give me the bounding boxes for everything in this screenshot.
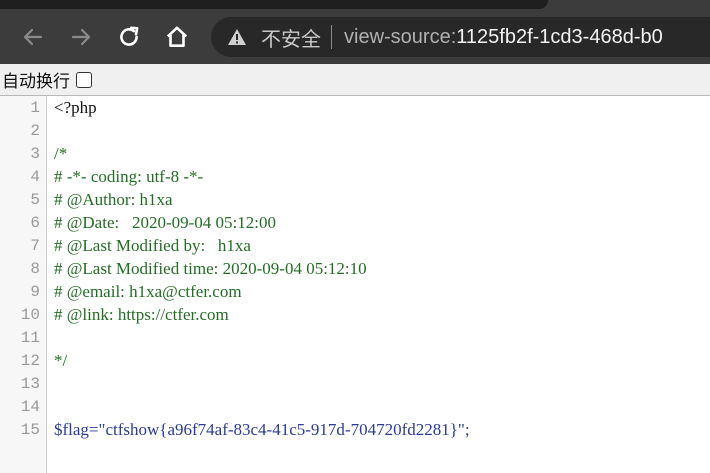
source-line: 7 # @Last Modified by: h1xa <box>0 234 710 257</box>
line-number: 11 <box>20 328 40 347</box>
source-line: 3 /* <box>0 142 710 165</box>
source-line: 12 */ <box>0 349 710 372</box>
line-number: 8 <box>30 259 40 278</box>
line-wrap-label[interactable]: 自动换行 <box>2 67 70 92</box>
line-code: /* <box>54 143 68 163</box>
address-bar[interactable]: 不安全 view-source:1125fb2f-1cd3-468d-b0 <box>211 17 710 57</box>
line-number: 5 <box>30 190 40 209</box>
reload-icon <box>120 26 139 46</box>
line-number: 9 <box>30 282 40 301</box>
line-number: 1 <box>30 98 40 117</box>
tab-strip <box>0 0 548 9</box>
source-line: 2 <box>0 119 710 142</box>
source-line: 9 # @email: h1xa@ctfer.com <box>0 280 710 303</box>
source-line: 15 $flag="ctfshow{a96f74af-83c4-41c5-917… <box>0 418 710 441</box>
source-line: 5 # @Author: h1xa <box>0 188 710 211</box>
warning-triangle-icon[interactable] <box>227 27 247 47</box>
line-number: 14 <box>20 397 40 416</box>
line-code: # @Last Modified by: h1xa <box>54 235 251 255</box>
source-line: 14 <box>0 395 710 418</box>
line-number: 13 <box>20 374 40 393</box>
line-number: 7 <box>30 236 40 255</box>
source-line: 10 # @link: https://ctfer.com <box>0 303 710 326</box>
line-code: $flag="ctfshow{a96f74af-83c4-41c5-917d-7… <box>54 419 470 439</box>
line-number: 3 <box>30 144 40 163</box>
security-status[interactable]: 不安全 <box>261 23 321 52</box>
reload-button[interactable] <box>114 22 144 52</box>
line-number: 6 <box>30 213 40 232</box>
source-line: 4 # -*- coding: utf-8 -*- <box>0 165 710 188</box>
line-code: # -*- coding: utf-8 -*- <box>54 166 204 186</box>
home-icon <box>166 26 188 47</box>
line-code: # @Last Modified time: 2020-09-04 05:12:… <box>54 258 367 278</box>
source-line: 11 <box>0 326 710 349</box>
url-scheme: view-source: <box>344 25 457 48</box>
url-text[interactable]: view-source:1125fb2f-1cd3-468d-b0 <box>344 26 663 49</box>
line-number: 12 <box>20 351 40 370</box>
url-host: 1125fb2f-1cd3-468d-b0 <box>456 25 663 48</box>
line-number: 10 <box>20 305 40 324</box>
source-view: 1 <?php 2 3 /* 4 # -*- coding: utf-8 -*-… <box>0 96 710 473</box>
line-number: 15 <box>20 420 40 439</box>
line-code: # @Date: 2020-09-04 05:12:00 <box>54 212 276 232</box>
line-number: 4 <box>30 167 40 186</box>
back-button[interactable] <box>18 22 48 52</box>
address-divider <box>331 25 332 49</box>
line-code: <?php <box>54 97 97 117</box>
arrow-right-icon <box>71 28 91 46</box>
line-wrap-checkbox[interactable] <box>76 71 92 88</box>
source-line: 8 # @Last Modified time: 2020-09-04 05:1… <box>0 257 710 280</box>
source-line: 1 <?php <box>0 96 710 119</box>
line-wrap-bar: 自动换行 <box>0 64 710 96</box>
forward-button[interactable] <box>66 22 96 52</box>
browser-toolbar: 不安全 view-source:1125fb2f-1cd3-468d-b0 <box>0 0 710 64</box>
line-code: # @link: https://ctfer.com <box>54 304 229 324</box>
line-number: 2 <box>30 121 40 140</box>
home-button[interactable] <box>162 22 192 52</box>
line-code: */ <box>54 350 68 370</box>
source-line: 13 <box>0 372 710 395</box>
arrow-left-icon <box>23 28 43 46</box>
line-code: # @Author: h1xa <box>54 189 173 209</box>
line-code: # @email: h1xa@ctfer.com <box>54 281 242 301</box>
source-line: 6 # @Date: 2020-09-04 05:12:00 <box>0 211 710 234</box>
